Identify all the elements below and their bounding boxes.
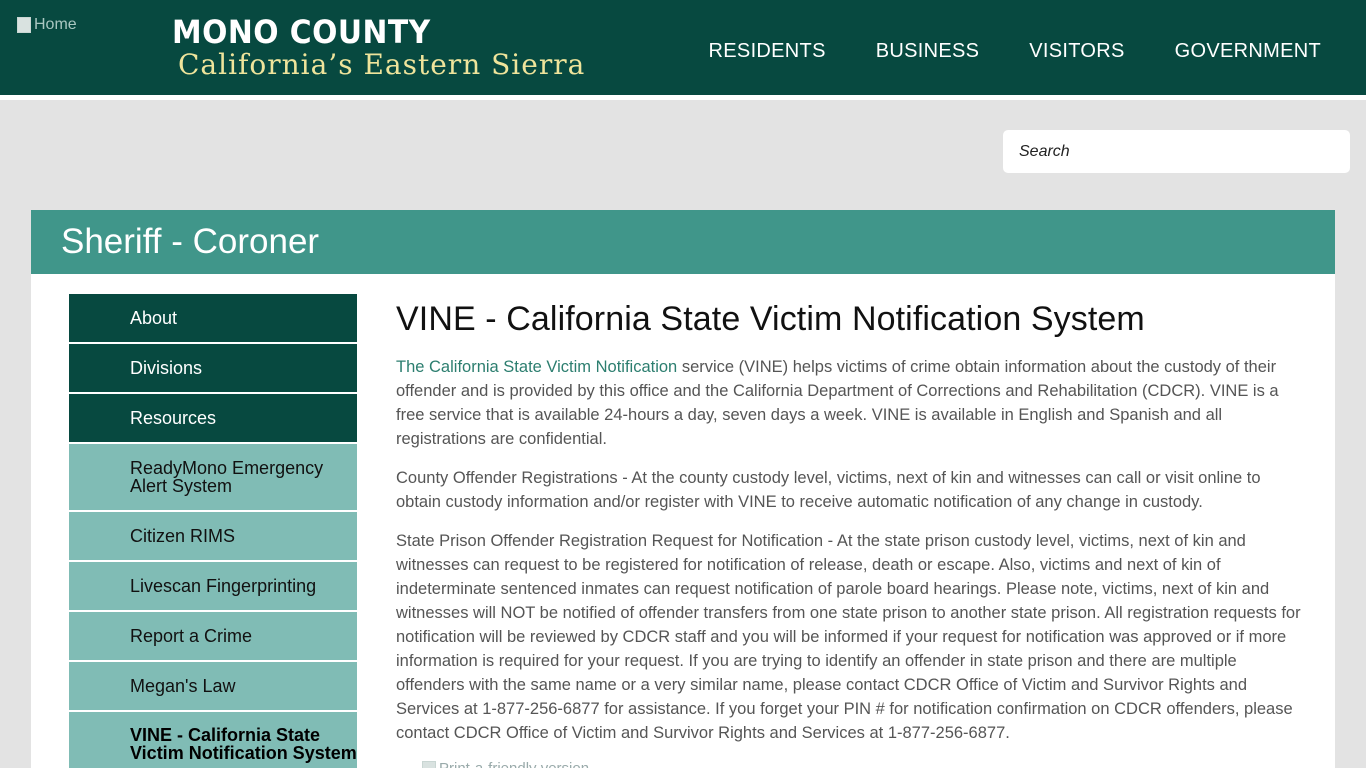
brand-tagline[interactable]: California’s Eastern Sierra [178,48,585,81]
side-navigation: About Divisions Resources ReadyMono Emer… [69,294,357,768]
sidebar-item-label: VINE - California State Victim Notificat… [130,725,357,763]
state-paragraph: State Prison Offender Registration Reque… [396,532,1301,742]
sidebar-item-about[interactable]: About [69,294,357,344]
sidebar-item-readymono[interactable]: ReadyMono Emergency Alert System [69,444,357,512]
brand-title[interactable]: MONO COUNTY [172,13,431,51]
broken-image-icon [422,760,436,768]
county-paragraph: County Offender Registrations - At the c… [396,469,1261,511]
sidebar-item-citizen-rims[interactable]: Citizen RIMS [69,512,357,562]
sidebar-item-label: Megan's Law [130,676,236,696]
sidebar-item-divisions[interactable]: Divisions [69,344,357,394]
nav-business[interactable]: BUSINESS [876,40,980,63]
home-logo-link[interactable]: Home [17,15,87,35]
sidebar-item-label: Resources [130,408,217,428]
vine-link[interactable]: The California State Victim Notification [396,358,677,376]
main-content: VINE - California State Victim Notificat… [396,300,1301,768]
article-title: VINE - California State Victim Notificat… [396,300,1145,338]
print-image-placeholder[interactable]: Print-a-friendly version [422,760,589,768]
site-header: Home MONO COUNTY California’s Eastern Si… [0,0,1366,95]
sidebar-item-label: Livescan Fingerprinting [130,576,317,596]
sidebar-item-resources[interactable]: Resources [69,394,357,444]
intro-paragraph: The California State Victim Notification… [396,355,1301,451]
sidebar-item-label: Divisions [130,358,203,378]
sidebar-item-livescan[interactable]: Livescan Fingerprinting [69,562,357,612]
page-title: Sheriff - Coroner [61,222,320,261]
sidebar-item-label: ReadyMono Emergency Alert System [130,458,324,496]
broken-image-icon [17,17,31,33]
page-banner: Sheriff - Coroner [31,210,1335,274]
header-divider [0,95,1366,100]
home-logo-alt: Home [34,16,77,33]
nav-government[interactable]: GOVERNMENT [1175,40,1321,63]
sidebar-item-megans-law[interactable]: Megan's Law [69,662,357,712]
sidebar-item-report-crime[interactable]: Report a Crime [69,612,357,662]
print-image-alt: Print-a-friendly version [439,760,589,768]
sidebar-item-label: Report a Crime [130,626,253,646]
nav-visitors[interactable]: VISITORS [1029,40,1124,63]
sidebar-item-label: Citizen RIMS [130,526,236,546]
sidebar-item-vine[interactable]: VINE - California State Victim Notificat… [69,712,357,768]
nav-residents[interactable]: RESIDENTS [709,40,826,63]
sidebar-item-label: About [130,308,178,328]
search-input[interactable] [1003,130,1350,173]
main-nav: RESIDENTS BUSINESS VISITORS GOVERNMENT [709,40,1321,63]
